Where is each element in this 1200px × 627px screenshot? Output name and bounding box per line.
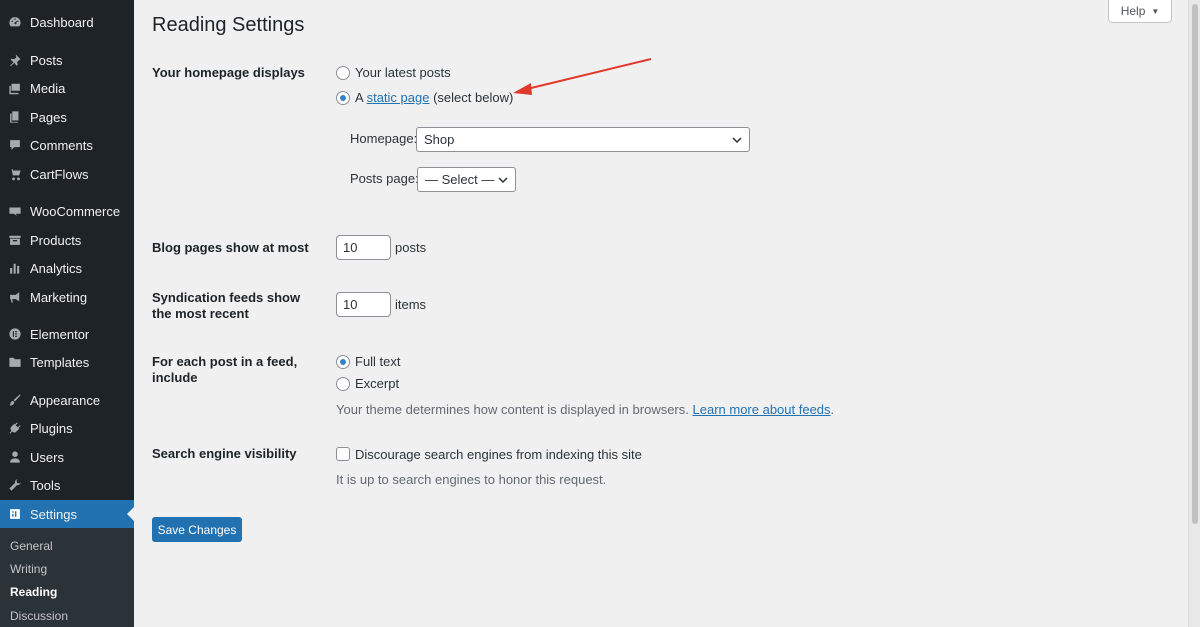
- sidebar-item-label: Posts: [30, 52, 63, 68]
- sidebar-item-comments[interactable]: Comments: [0, 131, 134, 159]
- feed-description-suffix: .: [830, 402, 835, 417]
- woocommerce-icon: [8, 204, 22, 218]
- dashboard-icon: [8, 15, 22, 29]
- products-icon: [8, 233, 22, 247]
- sidebar-item-label: Plugins: [30, 420, 73, 436]
- sidebar-item-label: Templates: [30, 354, 90, 370]
- sidebar-item-label: Users: [30, 449, 64, 465]
- sidebar-item-label: Analytics: [30, 260, 83, 276]
- syndication-unit: items: [395, 297, 427, 312]
- media-icon: [8, 81, 22, 95]
- excerpt-radio[interactable]: [336, 377, 350, 391]
- sidebar-item-elementor[interactable]: Elementor: [0, 320, 134, 348]
- learn-more-feeds-link[interactable]: Learn more about feeds: [693, 402, 831, 417]
- static-page-link[interactable]: static page: [367, 90, 430, 105]
- help-button[interactable]: Help ▼: [1108, 0, 1172, 23]
- chevron-down-icon: [498, 177, 508, 184]
- folder-icon: [8, 355, 22, 369]
- sidebar-item-marketing[interactable]: Marketing: [0, 283, 134, 311]
- excerpt-label: Excerpt: [355, 376, 400, 391]
- megaphone-icon: [8, 290, 22, 304]
- sidebar-item-analytics[interactable]: Analytics: [0, 254, 134, 282]
- save-changes-button[interactable]: Save Changes: [152, 517, 242, 542]
- settings-icon: [8, 507, 22, 521]
- help-label: Help: [1120, 4, 1146, 18]
- homepage-displays-label: Your homepage displays: [152, 65, 305, 80]
- sidebar-item-label: Settings: [30, 506, 77, 522]
- blog-pages-label: Blog pages show at most: [152, 240, 309, 255]
- sidebar-item-label: Comments: [30, 137, 93, 153]
- sidebar-item-label: Tools: [30, 477, 61, 493]
- plug-icon: [8, 421, 22, 435]
- page-title: Reading Settings: [152, 14, 305, 36]
- blog-pages-input[interactable]: 10: [336, 235, 391, 260]
- posts-page-select[interactable]: — Select —: [417, 167, 516, 192]
- sidebar-item-media[interactable]: Media: [0, 74, 134, 102]
- latest-posts-radio[interactable]: [336, 66, 350, 80]
- brush-icon: [8, 393, 22, 407]
- sidebar-item-tools[interactable]: Tools: [0, 471, 134, 499]
- sidebar-item-users[interactable]: Users: [0, 443, 134, 471]
- sidebar-item-pages[interactable]: Pages: [0, 103, 134, 131]
- sidebar-item-plugins[interactable]: Plugins: [0, 414, 134, 442]
- sidebar-item-appearance[interactable]: Appearance: [0, 386, 134, 414]
- sidebar-item-label: Elementor: [30, 326, 90, 342]
- elementor-icon: [8, 327, 22, 341]
- feed-description: Your theme determines how content is dis…: [336, 402, 834, 418]
- scrollbar[interactable]: [1188, 0, 1200, 627]
- search-visibility-label: Search engine visibility: [152, 446, 297, 461]
- sidebar-item-label: CartFlows: [30, 166, 89, 182]
- syndication-label: Syndication feeds show the most recent: [152, 290, 301, 321]
- static-page-suffix: (select below): [433, 90, 514, 105]
- pin-icon: [8, 53, 22, 67]
- sidebar-item-label: Dashboard: [30, 14, 94, 30]
- discourage-search-label: Discourage search engines from indexing …: [355, 447, 642, 462]
- sidebar-item-label: Products: [30, 232, 82, 248]
- homepage-select[interactable]: Shop: [416, 127, 750, 152]
- latest-posts-label: Your latest posts: [355, 65, 451, 80]
- sidebar-item-label: Marketing: [30, 289, 88, 305]
- static-page-label: A static page (select below): [355, 90, 513, 106]
- posts-page-select-label: Posts page:: [350, 171, 419, 186]
- posts-page-select-value: — Select —: [425, 172, 495, 187]
- sidebar-item-posts[interactable]: Posts: [0, 46, 134, 74]
- discourage-search-checkbox[interactable]: [336, 447, 350, 461]
- user-icon: [8, 450, 22, 464]
- caret-down-icon: ▼: [1151, 6, 1160, 16]
- sidebar-item-products[interactable]: Products: [0, 226, 134, 254]
- annotation-arrow-icon: [513, 58, 652, 95]
- sidebar-item-settings[interactable]: Settings: [0, 500, 134, 528]
- sidebar-item-label: Media: [30, 80, 66, 96]
- sidebar-item-templates[interactable]: Templates: [0, 348, 134, 376]
- homepage-select-value: Shop: [424, 132, 455, 147]
- submenu-item-general[interactable]: General: [10, 537, 53, 555]
- analytics-icon: [8, 261, 22, 275]
- static-page-radio[interactable]: [336, 91, 350, 105]
- homepage-select-label: Homepage:: [350, 131, 418, 146]
- static-page-prefix: A: [355, 90, 363, 105]
- full-text-label: Full text: [355, 354, 401, 369]
- full-text-radio[interactable]: [336, 355, 350, 369]
- comment-icon: [8, 138, 22, 152]
- wrench-icon: [8, 478, 22, 492]
- sidebar-item-label: WooCommerce: [30, 203, 121, 219]
- cartflows-icon: [8, 167, 22, 181]
- search-visibility-description: It is up to search engines to honor this…: [336, 472, 607, 487]
- feed-description-text: Your theme determines how content is dis…: [336, 402, 689, 417]
- feed-content-label: For each post in a feed, include: [152, 354, 298, 385]
- syndication-input[interactable]: 10: [336, 292, 391, 317]
- pages-icon: [8, 110, 22, 124]
- sidebar-item-woocommerce[interactable]: WooCommerce: [0, 197, 134, 225]
- sidebar-item-label: Appearance: [30, 392, 101, 408]
- sidebar-item-cartflows[interactable]: CartFlows: [0, 160, 134, 188]
- blog-pages-unit: posts: [395, 240, 427, 255]
- admin-sidebar: Dashboard Posts Media Pages Comments Car…: [0, 0, 134, 627]
- chevron-down-icon: [732, 137, 742, 144]
- submenu-item-writing[interactable]: Writing: [10, 560, 47, 578]
- submenu-item-discussion[interactable]: Discussion: [10, 607, 68, 625]
- sidebar-item-dashboard[interactable]: Dashboard: [0, 8, 134, 36]
- sidebar-item-label: Pages: [30, 109, 67, 125]
- submenu-item-reading[interactable]: Reading: [10, 583, 57, 601]
- scrollbar-thumb[interactable]: [1192, 4, 1198, 524]
